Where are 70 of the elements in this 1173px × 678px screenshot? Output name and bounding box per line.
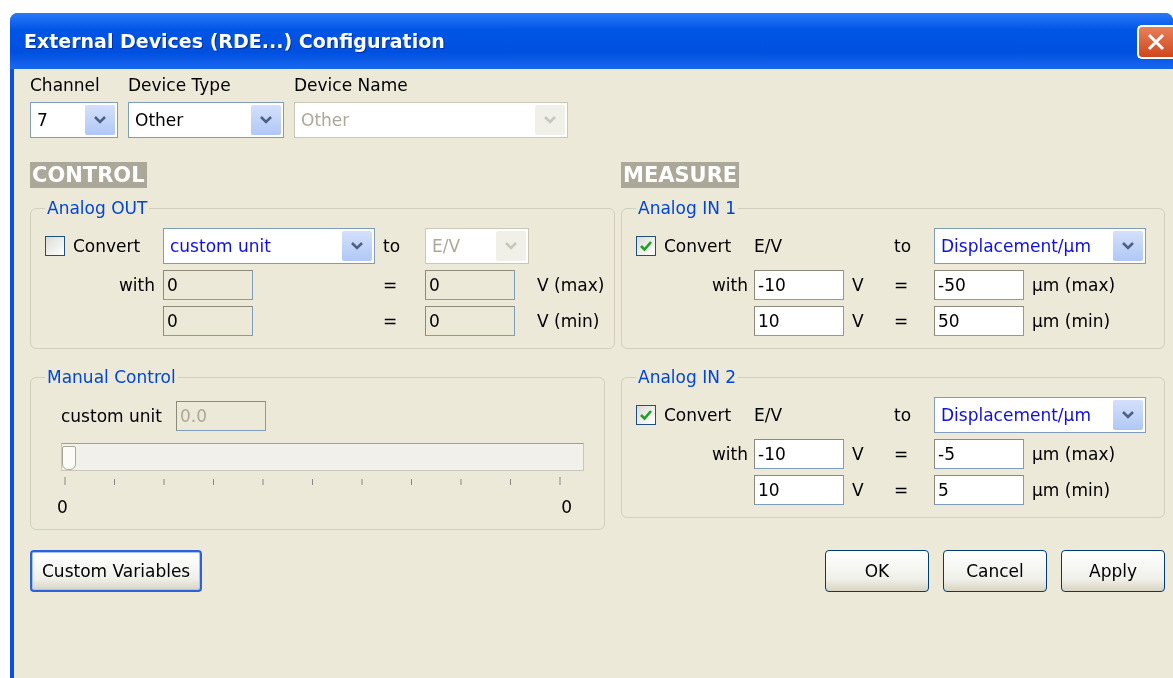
dialog-button[interactable]: Cancel — [943, 550, 1047, 592]
input-field[interactable]: -50 — [934, 270, 1024, 300]
equals-sign: = — [383, 311, 399, 331]
source-unit: E/V — [754, 405, 784, 425]
input-field[interactable]: -10 — [754, 439, 844, 469]
unit-label: V — [852, 311, 865, 331]
field-label: Device Type — [128, 75, 232, 95]
source-unit: E/V — [754, 236, 784, 256]
dropdown[interactable]: Other — [128, 102, 284, 138]
to-label: to — [383, 236, 402, 256]
input-field[interactable]: 10 — [754, 475, 844, 505]
close-button[interactable] — [1137, 25, 1173, 59]
input-field[interactable]: 10 — [754, 306, 844, 336]
chevron-down-icon — [93, 115, 107, 125]
chevron-down-icon — [1121, 241, 1135, 251]
dropdown[interactable]: custom unit — [163, 228, 375, 264]
with-label: with — [118, 275, 155, 295]
dialog-button[interactable]: Apply — [1061, 550, 1165, 592]
dialog-button[interactable]: OK — [825, 550, 929, 592]
unit-label: V — [852, 275, 865, 295]
with-label: with — [711, 444, 748, 464]
chevron-down-icon — [1121, 410, 1135, 420]
dropdown[interactable]: Displacement/µm — [934, 397, 1146, 433]
slider-min-label: 0 — [57, 497, 68, 517]
convert-checkbox[interactable]: Convert — [636, 236, 748, 256]
convert-checkbox[interactable]: Convert — [636, 405, 748, 425]
slider-thumb[interactable] — [62, 446, 76, 470]
section-heading: MEASURE — [621, 162, 740, 188]
custom-variables-button[interactable]: Custom Variables — [30, 550, 203, 592]
equals-sign: = — [383, 275, 399, 295]
with-label: with — [711, 275, 748, 295]
window-title: External Devices (RDE...) Configuration — [24, 30, 445, 52]
unit-label: µm (min) — [1032, 311, 1112, 331]
unit-label: V (max) — [537, 275, 605, 295]
field-label: custom unit — [61, 406, 162, 426]
equals-sign: = — [894, 480, 910, 500]
section-heading: CONTROL — [30, 162, 147, 188]
checkmark-icon — [639, 239, 653, 253]
slider[interactable] — [61, 443, 584, 471]
unit-label: µm (min) — [1032, 480, 1112, 500]
input-field[interactable]: -10 — [754, 270, 844, 300]
dropdown[interactable]: 7 — [30, 102, 118, 138]
field-label: Channel — [30, 75, 101, 95]
chevron-down-icon — [259, 115, 273, 125]
equals-sign: = — [894, 444, 910, 464]
field-label: Device Name — [294, 75, 409, 95]
close-icon — [1145, 31, 1167, 53]
to-label: to — [894, 236, 913, 256]
chevron-down-icon — [504, 241, 518, 251]
slider-max-label: 0 — [561, 497, 572, 517]
group-title: Analog OUT — [46, 198, 149, 218]
unit-label: V (min) — [537, 311, 601, 331]
input-field[interactable]: 50 — [934, 306, 1024, 336]
equals-sign: = — [894, 275, 910, 295]
input-field[interactable]: 5 — [934, 475, 1024, 505]
group-title: Analog IN 1 — [637, 198, 738, 218]
unit-label: µm (max) — [1032, 275, 1117, 295]
unit-label: V — [852, 444, 865, 464]
input-field[interactable]: -5 — [934, 439, 1024, 469]
dropdown[interactable]: Displacement/µm — [934, 228, 1146, 264]
chevron-down-icon — [350, 241, 364, 251]
chevron-down-icon — [543, 115, 557, 125]
group-title: Manual Control — [46, 367, 177, 387]
to-label: to — [894, 405, 913, 425]
unit-label: µm (max) — [1032, 444, 1117, 464]
unit-label: V — [852, 480, 865, 500]
checkmark-icon — [639, 408, 653, 422]
group-title: Analog IN 2 — [637, 367, 738, 387]
equals-sign: = — [894, 311, 910, 331]
convert-checkbox[interactable]: Convert — [45, 236, 155, 256]
